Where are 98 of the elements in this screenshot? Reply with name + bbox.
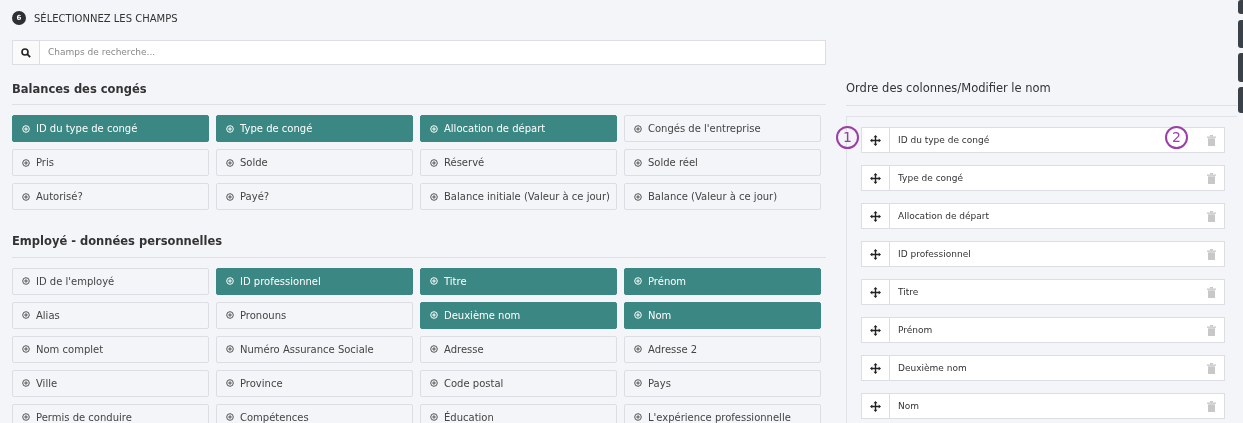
plus-icon bbox=[634, 345, 642, 353]
field-button[interactable]: Ville bbox=[12, 369, 209, 397]
trash-icon[interactable] bbox=[1206, 286, 1216, 298]
plus-icon bbox=[22, 192, 30, 201]
plus-icon bbox=[634, 124, 642, 133]
side-tab[interactable] bbox=[1238, 87, 1243, 113]
field-button[interactable]: Alias bbox=[12, 301, 209, 329]
callout-number: 2 bbox=[1165, 126, 1188, 150]
field-button[interactable]: Nom bbox=[624, 301, 821, 329]
field-button[interactable]: ID professionnel bbox=[216, 267, 413, 295]
field-button[interactable]: Éducation bbox=[420, 403, 617, 423]
column-row[interactable]: Prénom bbox=[861, 317, 1225, 344]
plus-icon bbox=[22, 158, 30, 167]
plus-icon bbox=[226, 192, 234, 201]
field-button[interactable]: Solde réel bbox=[624, 149, 821, 177]
plus-icon bbox=[430, 158, 438, 167]
trash-icon[interactable] bbox=[1206, 172, 1216, 184]
move-icon bbox=[870, 400, 881, 412]
field-button[interactable]: Adresse 2 bbox=[624, 335, 821, 363]
side-tab[interactable] bbox=[1238, 20, 1243, 48]
field-button[interactable]: Autorisé? bbox=[12, 183, 209, 211]
trash-icon[interactable] bbox=[1206, 362, 1216, 374]
trash-icon[interactable] bbox=[1206, 210, 1216, 222]
move-icon bbox=[870, 172, 881, 184]
plus-icon bbox=[22, 124, 30, 133]
side-tab[interactable] bbox=[1238, 0, 1243, 14]
field-button[interactable]: Réservé bbox=[420, 149, 617, 177]
move-icon bbox=[870, 362, 881, 374]
plus-icon bbox=[22, 345, 30, 353]
section-title: Balances des congés bbox=[12, 81, 826, 106]
field-button[interactable]: Balance (Valeur à ce jour) bbox=[624, 183, 821, 211]
plus-icon bbox=[226, 158, 234, 167]
move-icon bbox=[870, 134, 881, 146]
field-button[interactable]: Congés de l'entreprise bbox=[624, 115, 821, 143]
column-row[interactable]: Type de congé bbox=[861, 165, 1225, 192]
plus-icon bbox=[430, 277, 438, 285]
field-button[interactable]: Nom complet bbox=[12, 335, 209, 363]
plus-icon bbox=[226, 413, 234, 421]
move-icon bbox=[870, 210, 881, 222]
plus-icon bbox=[226, 345, 234, 353]
trash-icon[interactable] bbox=[1206, 324, 1216, 336]
plus-icon bbox=[22, 379, 30, 387]
search-icon bbox=[21, 47, 31, 58]
plus-icon bbox=[430, 413, 438, 421]
section-title: Ordre des colonnes/Modifier le nom bbox=[846, 80, 1237, 107]
plus-icon bbox=[430, 311, 438, 319]
plus-icon bbox=[22, 311, 30, 319]
plus-icon bbox=[634, 192, 642, 201]
plus-icon bbox=[226, 379, 234, 387]
plus-icon bbox=[430, 192, 438, 201]
plus-icon bbox=[22, 277, 30, 285]
plus-icon bbox=[226, 277, 234, 285]
plus-icon bbox=[634, 158, 642, 167]
field-button[interactable]: Compétences bbox=[216, 403, 413, 423]
side-tab[interactable] bbox=[1238, 53, 1243, 82]
plus-icon bbox=[226, 124, 234, 133]
column-row[interactable]: Deuxième nom bbox=[861, 355, 1225, 382]
step-title: SÉLECTIONNEZ LES CHAMPS bbox=[34, 11, 178, 26]
plus-icon bbox=[430, 345, 438, 353]
column-row[interactable]: Allocation de départ bbox=[861, 203, 1225, 230]
plus-icon bbox=[634, 413, 642, 421]
field-button[interactable]: Pays bbox=[624, 369, 821, 397]
field-button[interactable]: Code postal bbox=[420, 369, 617, 397]
move-icon bbox=[870, 324, 881, 336]
move-icon bbox=[870, 286, 881, 298]
plus-icon bbox=[22, 413, 30, 421]
field-button[interactable]: Province bbox=[216, 369, 413, 397]
field-button[interactable]: Prénom bbox=[624, 267, 821, 295]
field-button[interactable]: ID du type de congé bbox=[12, 115, 209, 143]
field-button[interactable]: Pronouns bbox=[216, 301, 413, 329]
plus-icon bbox=[634, 311, 642, 319]
field-button[interactable]: Deuxième nom bbox=[420, 301, 617, 329]
field-button[interactable]: Type de congé bbox=[216, 115, 413, 143]
field-button[interactable]: Titre bbox=[420, 267, 617, 295]
field-button[interactable]: Numéro Assurance Sociale bbox=[216, 335, 413, 363]
plus-icon bbox=[226, 311, 234, 319]
callout-number: 1 bbox=[836, 126, 859, 150]
plus-icon bbox=[634, 277, 642, 285]
section-title: Employé - données personnelles bbox=[12, 233, 826, 258]
plus-icon bbox=[430, 124, 438, 133]
field-button[interactable]: Payé? bbox=[216, 183, 413, 211]
plus-icon bbox=[634, 379, 642, 387]
field-button[interactable]: ID de l'employé bbox=[12, 267, 209, 295]
field-button[interactable]: Allocation de départ bbox=[420, 115, 617, 143]
trash-icon[interactable] bbox=[1206, 400, 1216, 412]
trash-icon[interactable] bbox=[1206, 248, 1216, 260]
field-button[interactable]: Adresse bbox=[420, 335, 617, 363]
trash-icon[interactable] bbox=[1206, 134, 1216, 146]
column-row[interactable]: Nom bbox=[861, 393, 1225, 420]
column-row[interactable]: ID professionnel bbox=[861, 241, 1225, 268]
field-button[interactable]: Pris bbox=[12, 149, 209, 177]
column-row[interactable]: Titre bbox=[861, 279, 1225, 306]
field-button[interactable]: Permis de conduire bbox=[12, 403, 209, 423]
plus-icon bbox=[430, 379, 438, 387]
move-icon bbox=[870, 248, 881, 260]
field-button[interactable]: Balance initiale (Valeur à ce jour) bbox=[420, 183, 617, 211]
field-button[interactable]: L'expérience professionnelle bbox=[624, 403, 821, 423]
field-button[interactable]: Solde bbox=[216, 149, 413, 177]
